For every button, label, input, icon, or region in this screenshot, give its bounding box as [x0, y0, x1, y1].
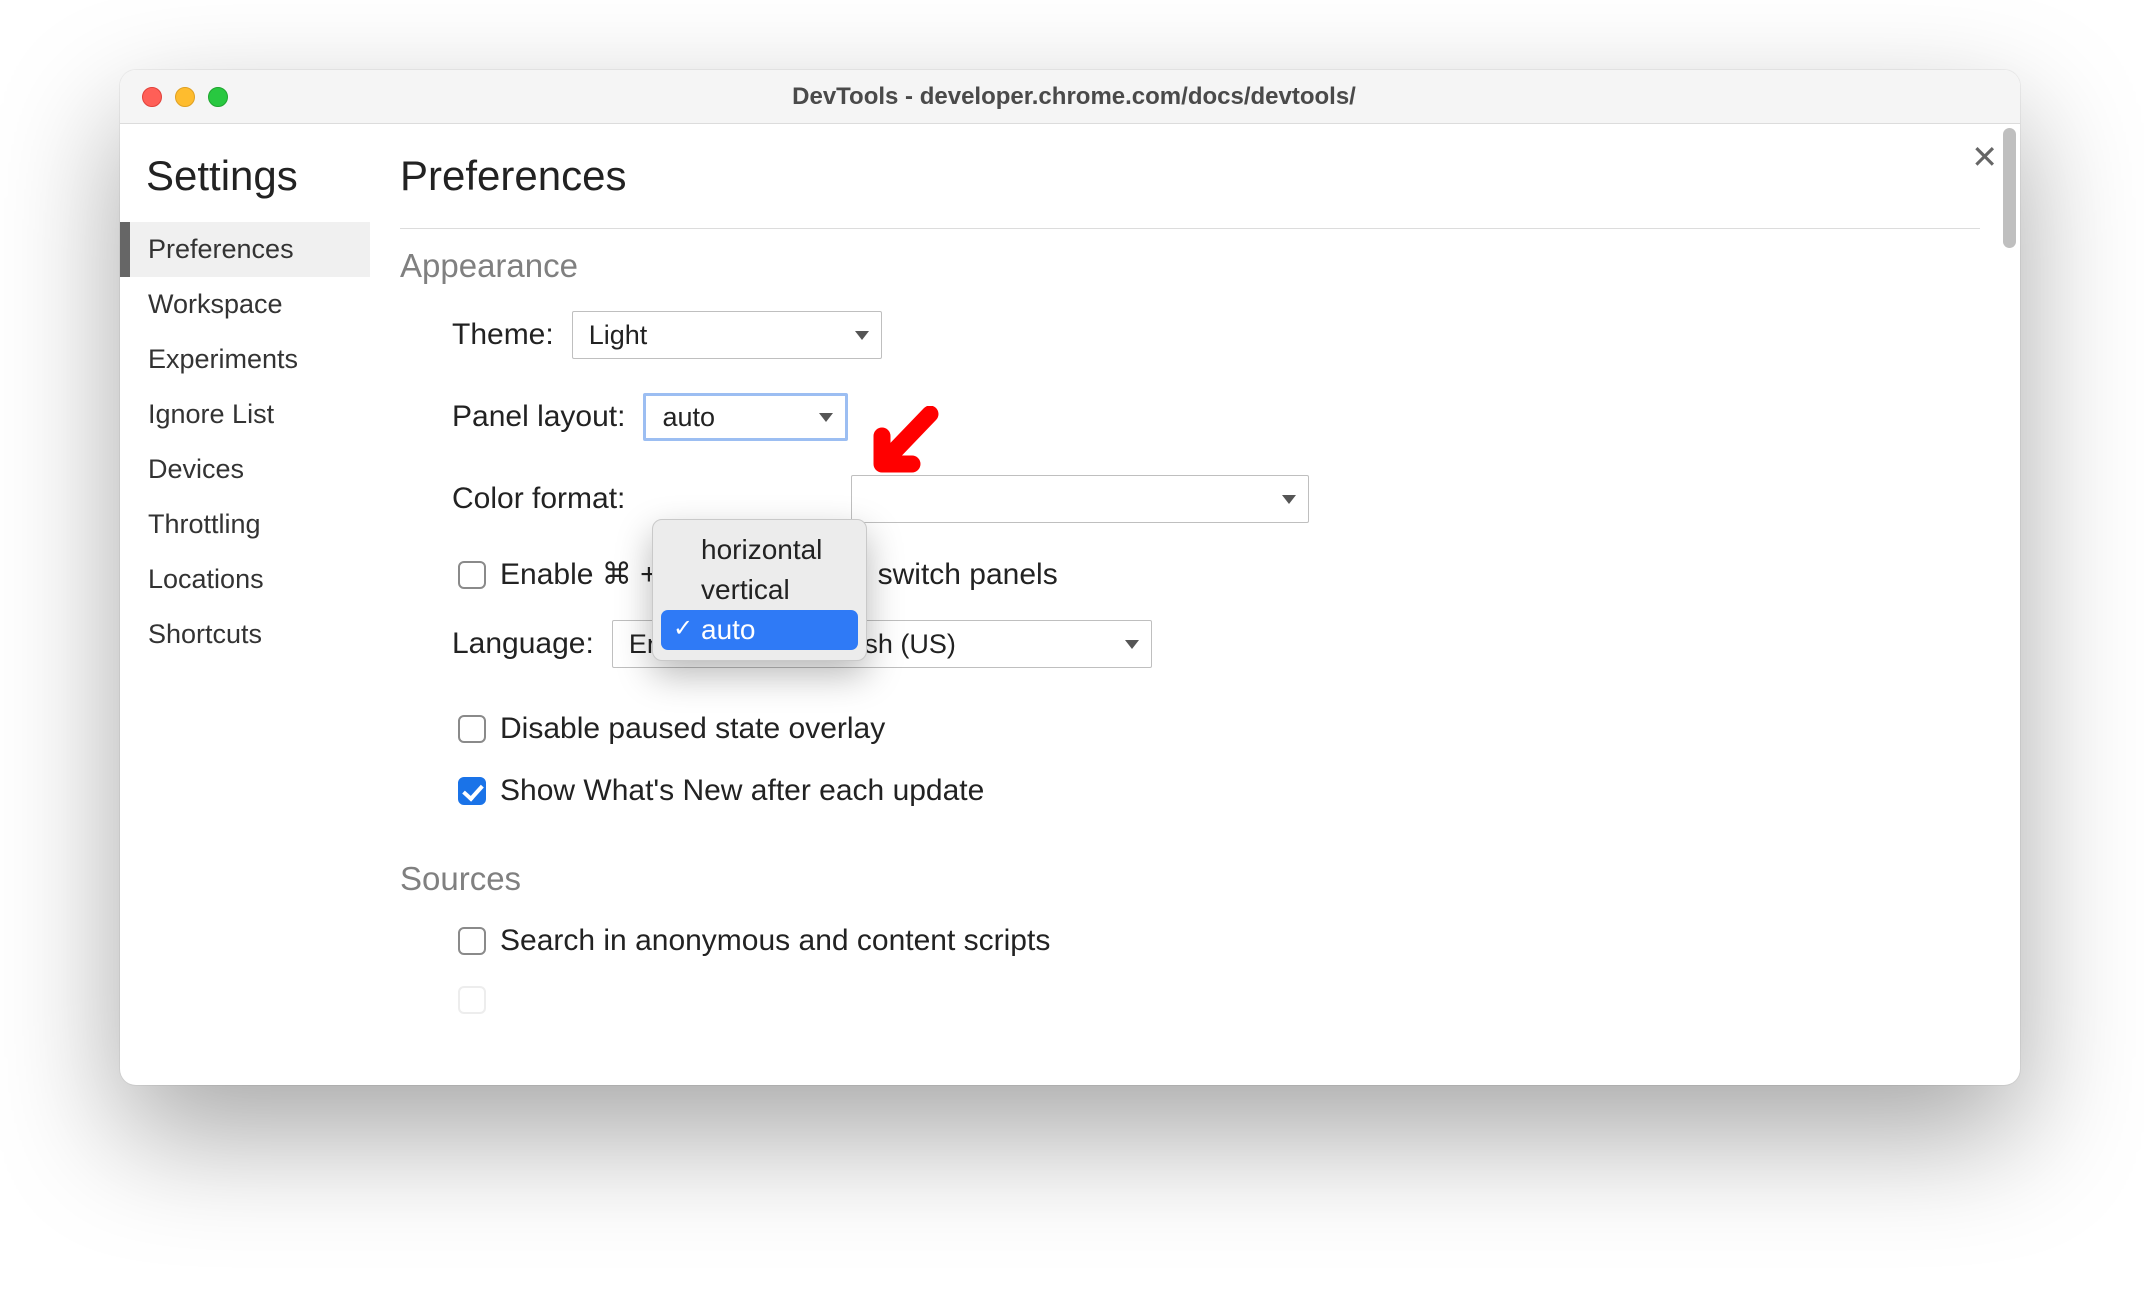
settings-body: ✕ Settings Preferences Workspace Experim… [120, 124, 2020, 1085]
window-zoom-icon[interactable] [208, 87, 228, 107]
cutoff-checkbox[interactable] [458, 986, 486, 1014]
annotation-arrow-icon [870, 406, 940, 486]
show-whats-new-checkbox[interactable] [458, 777, 486, 805]
enable-shortcut-suffix: switch panels [878, 558, 1058, 592]
row-panel-layout: Panel layout: auto [452, 393, 1980, 441]
sidebar-item-experiments[interactable]: Experiments [120, 332, 370, 387]
titlebar: DevTools - developer.chrome.com/docs/dev… [120, 70, 2020, 124]
sidebar-item-shortcuts[interactable]: Shortcuts [120, 607, 370, 662]
language-label: Language: [452, 627, 594, 661]
disable-paused-label: Disable paused state overlay [500, 712, 885, 746]
sidebar-item-ignore-list[interactable]: Ignore List [120, 387, 370, 442]
row-search-anonymous: Search in anonymous and content scripts [458, 924, 1980, 958]
row-show-whats-new: Show What's New after each update [458, 774, 1980, 808]
search-anonymous-checkbox[interactable] [458, 927, 486, 955]
window-minimize-icon[interactable] [175, 87, 195, 107]
chevron-down-icon [819, 413, 833, 422]
chevron-down-icon [1282, 495, 1296, 504]
enable-shortcut-prefix: Enable ⌘ + [500, 557, 658, 592]
option-horizontal[interactable]: horizontal [661, 530, 858, 570]
panel-layout-options: horizontal vertical auto [652, 519, 867, 661]
settings-heading: Settings [120, 152, 370, 222]
theme-label: Theme: [452, 318, 554, 352]
section-appearance: Appearance [400, 247, 1980, 285]
enable-shortcut-checkbox[interactable] [458, 561, 486, 589]
sidebar-item-preferences[interactable]: Preferences [120, 222, 370, 277]
chevron-down-icon [855, 331, 869, 340]
row-color-format: Color format: [452, 475, 1980, 523]
chevron-down-icon [1125, 640, 1139, 649]
page-title: Preferences [400, 152, 1980, 228]
panel-layout-select-value: auto [662, 402, 715, 433]
window: DevTools - developer.chrome.com/docs/dev… [120, 70, 2020, 1085]
row-theme: Theme: Light [452, 311, 1980, 359]
show-whats-new-label: Show What's New after each update [500, 774, 984, 808]
theme-select[interactable]: Light [572, 311, 882, 359]
window-close-icon[interactable] [142, 87, 162, 107]
sidebar: Settings Preferences Workspace Experimen… [120, 124, 370, 1085]
disable-paused-checkbox[interactable] [458, 715, 486, 743]
divider [400, 228, 1980, 229]
traffic-lights [120, 87, 228, 107]
section-sources: Sources [400, 860, 1980, 898]
sidebar-item-devices[interactable]: Devices [120, 442, 370, 497]
row-disable-paused: Disable paused state overlay [458, 712, 1980, 746]
theme-select-value: Light [589, 320, 648, 351]
option-vertical[interactable]: vertical [661, 570, 858, 610]
sidebar-item-workspace[interactable]: Workspace [120, 277, 370, 332]
option-auto[interactable]: auto [661, 610, 858, 650]
color-format-label: Color format: [452, 482, 625, 516]
search-anonymous-label: Search in anonymous and content scripts [500, 924, 1050, 958]
panel-layout-label: Panel layout: [452, 400, 625, 434]
panel-layout-select[interactable]: auto [643, 393, 848, 441]
sidebar-item-locations[interactable]: Locations [120, 552, 370, 607]
preferences-panel: Preferences Appearance Theme: Light Pane… [370, 124, 2020, 1085]
sidebar-item-throttling[interactable]: Throttling [120, 497, 370, 552]
row-cutoff [458, 986, 1980, 1014]
window-title: DevTools - developer.chrome.com/docs/dev… [228, 83, 1920, 111]
